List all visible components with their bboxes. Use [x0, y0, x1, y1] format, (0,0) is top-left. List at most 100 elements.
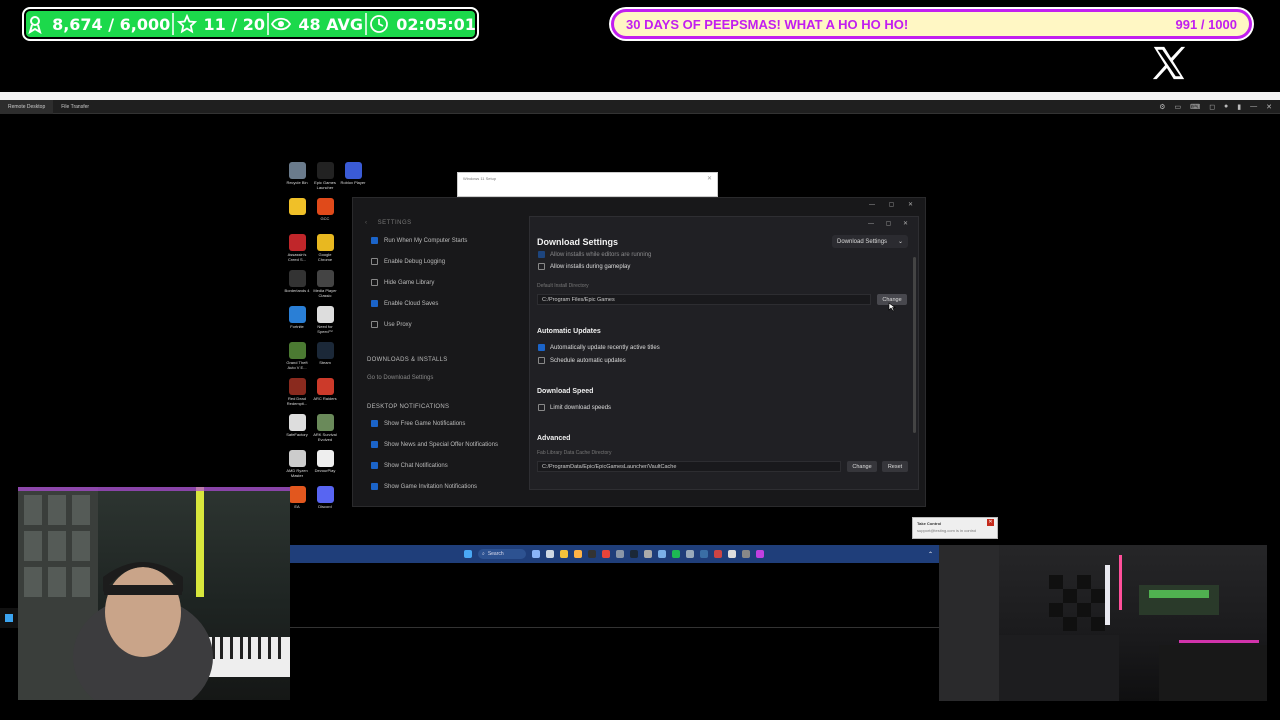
option-chat-notifications[interactable]: Show Chat Notifications: [371, 462, 448, 469]
checkbox[interactable]: [371, 420, 378, 427]
panel-window-controls[interactable]: — ▢ ✕: [868, 220, 913, 227]
option-use-proxy[interactable]: Use Proxy: [371, 321, 412, 328]
desktop-icon[interactable]: Google Chrome: [312, 234, 338, 262]
app-icon[interactable]: [714, 550, 722, 558]
chrome-icon[interactable]: [602, 550, 610, 558]
close-icon[interactable]: ✕: [987, 519, 994, 526]
start-icon[interactable]: [464, 550, 472, 558]
option-limit-download-speeds[interactable]: Limit download speeds: [538, 404, 611, 411]
checkbox[interactable]: [538, 251, 545, 258]
copilot-icon[interactable]: [532, 550, 540, 558]
take-control-toast[interactable]: Take Control support@testing.com is in c…: [912, 517, 998, 539]
app-icon[interactable]: [658, 550, 666, 558]
desktop-icon[interactable]: Need for Speed™: [312, 306, 338, 334]
download-settings-title: Download Settings: [537, 237, 618, 247]
epic-games-icon[interactable]: [588, 550, 596, 558]
close-icon[interactable]: ✕: [707, 175, 712, 182]
start-button[interactable]: [0, 608, 18, 628]
option-auto-update-recent[interactable]: Automatically update recently active tit…: [538, 344, 660, 351]
checkbox[interactable]: [371, 462, 378, 469]
task-view-icon[interactable]: [546, 550, 554, 558]
desktop-icon[interactable]: Borderlands 4: [284, 270, 310, 293]
app-shortcut-icon: [316, 450, 334, 467]
cache-dir-field[interactable]: C:/ProgramData/Epic/EpicGamesLauncher/Va…: [537, 461, 841, 472]
desktop-icon[interactable]: SafeFactory: [284, 414, 310, 437]
desktop-icon-label: Borderlands 4: [284, 288, 310, 293]
desktop-icon[interactable]: Red Dead Redempti...: [284, 378, 310, 406]
download-settings-dropdown[interactable]: Download Settings ⌄: [832, 235, 908, 248]
chat-icon[interactable]: ◻: [1209, 103, 1215, 111]
app-icon[interactable]: [728, 550, 736, 558]
app-shortcut-icon: [316, 414, 334, 431]
tab-remote-desktop[interactable]: Remote Desktop: [0, 99, 54, 114]
desktop-icon[interactable]: AMD Ryzen Master: [284, 450, 310, 478]
desktop-icon[interactable]: DevourPlay: [312, 450, 338, 473]
checkbox[interactable]: [371, 237, 378, 244]
minimize-icon[interactable]: —: [1250, 103, 1257, 111]
desktop-icon[interactable]: Steam: [312, 342, 338, 365]
close-icon[interactable]: ✕: [1266, 103, 1272, 111]
download-settings-link[interactable]: Go to Download Settings: [367, 375, 433, 381]
checkbox[interactable]: [371, 279, 378, 286]
checkbox[interactable]: [371, 258, 378, 265]
option-hide-library[interactable]: Hide Game Library: [371, 279, 434, 286]
change-cache-dir-button[interactable]: Change: [847, 461, 877, 472]
record-icon[interactable]: ●: [1224, 103, 1228, 111]
spotify-icon[interactable]: [672, 550, 680, 558]
desktop-icon[interactable]: ARK Survival Evolved: [312, 414, 338, 442]
option-installs-editors-running[interactable]: Allow installs while editors are running: [538, 251, 651, 258]
desktop-icon[interactable]: [284, 198, 310, 216]
checkbox[interactable]: [371, 300, 378, 307]
taskbar-search[interactable]: ⌕ Search: [478, 549, 526, 559]
default-install-dir-field[interactable]: C:/Program Files/Epic Games: [537, 294, 871, 305]
desktop-icon[interactable]: GCC: [312, 198, 338, 221]
chevron-up-icon[interactable]: ⌃: [928, 551, 933, 558]
app-icon[interactable]: [616, 550, 624, 558]
desktop-icon[interactable]: Media Player Classic: [312, 270, 338, 298]
back-icon[interactable]: ‹: [365, 220, 368, 226]
option-installs-during-gameplay[interactable]: Allow installs during gameplay: [538, 263, 630, 270]
checkbox[interactable]: [538, 404, 545, 411]
app-icon[interactable]: [742, 550, 750, 558]
settings-icon[interactable]: ⚙: [1159, 103, 1165, 111]
desktop-icon-label: ARK Survival Evolved: [313, 432, 337, 442]
desktop-icon[interactable]: Grand Theft Auto V E...: [284, 342, 310, 370]
desktop-icon[interactable]: Epic Games Launcher: [312, 162, 338, 190]
app-icon[interactable]: [644, 550, 652, 558]
app-icon[interactable]: [574, 550, 582, 558]
desktop-icon[interactable]: Fortnite: [284, 306, 310, 329]
app-icon[interactable]: [756, 550, 764, 558]
option-debug-logging[interactable]: Enable Debug Logging: [371, 258, 445, 265]
desktop-icon[interactable]: Discord: [312, 486, 338, 509]
option-schedule-updates[interactable]: Schedule automatic updates: [538, 357, 626, 364]
desktop-icon[interactable]: Assassin's Creed S...: [284, 234, 310, 262]
screen-icon[interactable]: ▭: [1174, 103, 1181, 111]
desktop-icon-label: Red Dead Redempti...: [286, 396, 308, 406]
option-cloud-saves[interactable]: Enable Cloud Saves: [371, 300, 438, 307]
app-icon[interactable]: [700, 550, 708, 558]
tab-file-transfer[interactable]: File Transfer: [53, 100, 97, 114]
checkbox[interactable]: [538, 344, 545, 351]
checkbox[interactable]: [538, 263, 545, 270]
reset-cache-dir-button[interactable]: Reset: [882, 461, 908, 472]
checkbox[interactable]: [538, 357, 545, 364]
window-controls[interactable]: — ▢ ✕: [869, 201, 919, 208]
app-icon[interactable]: [686, 550, 694, 558]
desktop-icon[interactable]: Recycle Bin: [284, 162, 310, 185]
option-run-on-startup[interactable]: Run When My Computer Starts: [371, 237, 467, 244]
checkbox[interactable]: [371, 483, 378, 490]
downloads-section-header: DOWNLOADS & INSTALLS: [367, 357, 448, 363]
trash-icon[interactable]: ▮: [1237, 103, 1241, 111]
steam-icon[interactable]: [630, 550, 638, 558]
checkbox[interactable]: [371, 321, 378, 328]
file-explorer-icon[interactable]: [560, 550, 568, 558]
checkbox[interactable]: [371, 441, 378, 448]
desktop-icon[interactable]: ARC Raiders: [312, 378, 338, 401]
option-invite-notifications[interactable]: Show Game Invitation Notifications: [371, 483, 477, 490]
panel-scrollbar[interactable]: [913, 257, 916, 433]
windows-setup-window[interactable]: Windows 11 Setup ✕: [457, 172, 718, 197]
keyboard-icon[interactable]: ⌨: [1190, 103, 1200, 111]
option-free-game-notifications[interactable]: Show Free Game Notifications: [371, 420, 465, 427]
option-news-notifications[interactable]: Show News and Special Offer Notification…: [371, 441, 498, 448]
desktop-icon[interactable]: Roblox Player: [340, 162, 366, 185]
